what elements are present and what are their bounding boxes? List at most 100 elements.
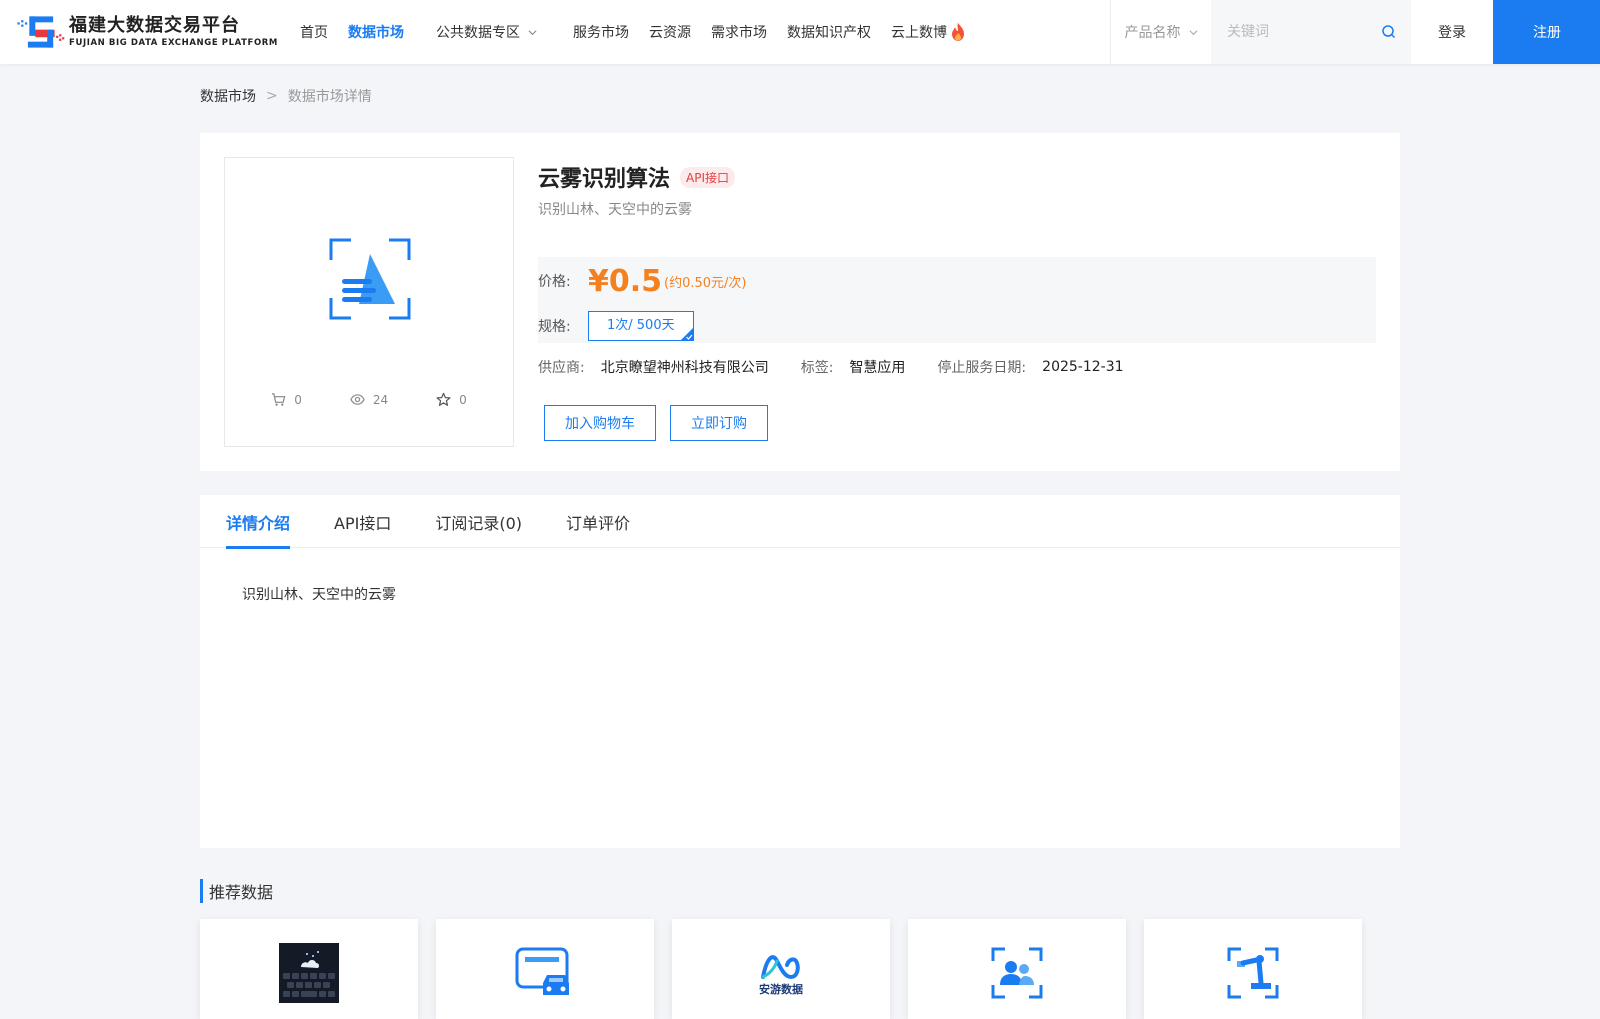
nav-label: 数据知识产权: [787, 25, 871, 41]
recommend-card[interactable]: [436, 919, 654, 1019]
api-tag-badge: API接口: [680, 166, 736, 188]
nav-label: 公共数据专区: [436, 25, 520, 41]
fire-icon: [952, 23, 964, 41]
breadcrumb-separator: >: [266, 88, 278, 104]
recommend-title-text: 推荐数据: [209, 883, 274, 902]
detail-panel: 详情介绍 API接口 订阅记录(0) 订单评价 识别山林、天空中的云雾: [200, 495, 1400, 848]
tag-value: 智慧应用: [849, 360, 906, 376]
nav-label: 需求市场: [711, 25, 767, 41]
nav-item-data-market[interactable]: 数据市场: [348, 22, 404, 42]
recommend-card[interactable]: 安游数据: [672, 919, 890, 1019]
view-count-value: 24: [372, 392, 389, 407]
tab-order-reviews[interactable]: 订单评价: [566, 495, 630, 548]
stop-date-value: 2025-12-31: [1042, 359, 1124, 375]
platform-logo[interactable]: 福建大数据交易平台 FUJIAN BIG DATA EXCHANGE PLATF…: [16, 8, 278, 56]
tab-label: 订阅记录(0): [435, 513, 523, 533]
tab-subscription-records[interactable]: 订阅记录(0): [435, 495, 522, 548]
detail-tabs: 详情介绍 API接口 订阅记录(0) 订单评价: [200, 495, 1400, 549]
chevron-down-icon: [1189, 29, 1197, 35]
login-button[interactable]: 登录: [1411, 0, 1493, 64]
nav-item-service-market[interactable]: 服务市场: [573, 22, 629, 42]
search-box: [1211, 0, 1411, 64]
price-value: ¥0.5: [588, 263, 663, 299]
breadcrumb-current: 数据市场详情: [287, 89, 372, 105]
tab-api[interactable]: API接口: [334, 495, 391, 548]
top-header: 福建大数据交易平台 FUJIAN BIG DATA EXCHANGE PLATF…: [0, 0, 1600, 64]
people-scan-icon: [991, 947, 1043, 999]
nav-label: 云上数博: [891, 25, 947, 41]
product-card: 0 24 0 云雾识别算法 API接口 识别山林、天空中的云雾 价格: ¥0.5…: [200, 133, 1400, 471]
nav-item-public-data[interactable]: 公共数据专区: [436, 22, 537, 42]
recommend-card[interactable]: [908, 919, 1126, 1019]
favorite-count[interactable]: 0: [436, 392, 467, 407]
section-accent-bar: [200, 879, 203, 903]
title-row: 云雾识别算法 API接口: [538, 157, 1376, 197]
logo-subtitle: FUJIAN BIG DATA EXCHANGE PLATFORM: [69, 38, 278, 48]
vehicle-card-icon: [515, 947, 569, 995]
spec-option-label: 1次/ 500天: [607, 318, 675, 333]
nav-label: 数据市场: [348, 25, 404, 41]
search-type-label: 产品名称: [1124, 25, 1181, 41]
spec-row: 规格: 1次/ 500天: [538, 311, 694, 341]
nav-item-cloud-resources[interactable]: 云资源: [649, 22, 691, 42]
cart-count: 0: [271, 392, 302, 407]
cloud-fog-recognition-icon: [329, 238, 411, 320]
recommend-card[interactable]: [200, 919, 418, 1019]
search-input[interactable]: [1227, 24, 1377, 40]
anyou-data-logo: 安游数据: [759, 955, 803, 996]
tab-label: API接口: [334, 513, 392, 533]
breadcrumb: 数据市场 > 数据市场详情: [200, 86, 372, 106]
nav-item-demand-market[interactable]: 需求市场: [711, 22, 767, 42]
keyboard-cloud-image: [279, 943, 339, 1003]
search-area: 产品名称 登录 注册: [1110, 0, 1600, 64]
selected-check-corner-icon: [679, 327, 694, 341]
logo-text: 福建大数据交易平台 FUJIAN BIG DATA EXCHANGE PLATF…: [69, 15, 278, 49]
search-icon[interactable]: [1381, 24, 1397, 40]
detail-content: 识别山林、天空中的云雾: [242, 587, 396, 603]
login-label: 登录: [1438, 25, 1466, 41]
favorite-count-value: 0: [459, 392, 467, 407]
nav-item-home[interactable]: 首页: [300, 22, 328, 42]
nav-label: 首页: [300, 25, 328, 41]
tab-detail-intro[interactable]: 详情介绍: [226, 495, 291, 549]
subscribe-now-button[interactable]: 立即订购: [670, 405, 768, 441]
breadcrumb-data-market[interactable]: 数据市场: [200, 86, 256, 106]
robot-arm-scan-icon: [1227, 947, 1279, 999]
register-label: 注册: [1533, 25, 1561, 41]
price-label: 价格:: [538, 274, 571, 290]
search-type-select[interactable]: 产品名称: [1111, 0, 1211, 64]
view-count: 24: [350, 392, 388, 407]
register-button[interactable]: 注册: [1493, 0, 1600, 64]
logo-title: 福建大数据交易平台: [69, 15, 241, 36]
tag-label: 标签:: [800, 360, 834, 376]
eye-icon: [350, 394, 365, 405]
nav-item-data-ip[interactable]: 数据知识产权: [787, 22, 871, 42]
price-note: (约0.50元/次): [664, 275, 747, 291]
tab-label: 详情介绍: [226, 513, 291, 533]
nav-item-cloud-expo[interactable]: 云上数博: [891, 22, 967, 42]
nav-label: 服务市场: [573, 25, 629, 41]
product-info: 云雾识别算法 API接口 识别山林、天空中的云雾 价格: ¥0.5 (约0.50…: [538, 157, 1376, 441]
cart-icon: [272, 393, 286, 406]
recommend-section-title: 推荐数据: [200, 879, 273, 903]
stop-date-label: 停止服务日期:: [937, 360, 1027, 376]
recommend-list: 安游数据: [200, 919, 1362, 1019]
product-stats: 0 24 0: [225, 392, 513, 407]
cart-count-value: 0: [294, 392, 302, 407]
product-subtitle: 识别山林、天空中的云雾: [538, 202, 692, 218]
svg-text:安游数据: 安游数据: [759, 982, 803, 996]
supplier-label: 供应商:: [538, 360, 585, 376]
spec-label: 规格:: [538, 319, 571, 335]
main-nav: 首页 数据市场 公共数据专区 服务市场 云资源 需求市场 数据知识产权 云上数博: [290, 0, 977, 64]
add-to-cart-button[interactable]: 加入购物车: [544, 405, 656, 441]
price-row: 价格: ¥0.5 (约0.50元/次): [538, 261, 747, 301]
price-box: 价格: ¥0.5 (约0.50元/次) 规格: 1次/ 500天: [538, 257, 1376, 343]
action-buttons: 加入购物车 立即订购: [544, 405, 782, 441]
nav-label: 云资源: [649, 25, 691, 41]
star-icon: [436, 392, 451, 406]
tab-label: 订单评价: [566, 513, 631, 533]
spec-option-selected[interactable]: 1次/ 500天: [588, 311, 694, 341]
product-meta: 供应商: 北京瞭望神州科技有限公司 标签: 智慧应用 停止服务日期: 2025-…: [538, 357, 1156, 377]
recommend-card[interactable]: [1144, 919, 1362, 1019]
product-thumbnail: 0 24 0: [224, 157, 514, 447]
